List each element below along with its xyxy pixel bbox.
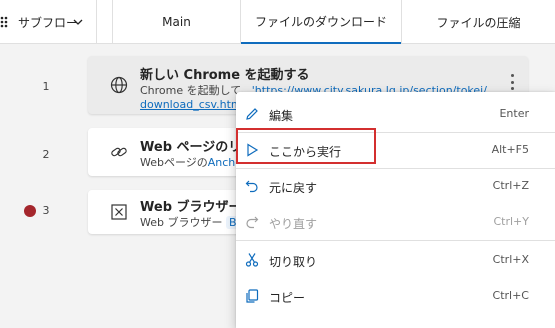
subflows-dropdown[interactable]: サブフロー [0,0,96,44]
chevron-down-icon [73,19,83,25]
menu-item-shortcut: Enter [499,107,529,120]
step-description-text: Webページの [140,156,208,169]
tab-file-compress[interactable]: ファイルの圧縮 [402,0,555,44]
menu-item-cut[interactable]: 切り取り Ctrl+X [236,242,555,278]
menu-item-shortcut: Ctrl+X [492,253,529,266]
top-bar: サブフロー Main ファイルのダウンロード ファイルの圧縮 [0,0,555,44]
line-number: 2 [42,148,50,161]
line-number: 3 [42,204,50,217]
link-icon [111,147,127,157]
menu-item-label: 元に戻す [269,181,318,195]
menu-divider [236,240,555,241]
tab-label: Main [162,15,191,29]
tab-label: ファイルのダウンロード [254,14,387,29]
step-description-text: Chrome を起動して、 [140,84,252,97]
menu-item-edit[interactable]: 編集 Enter [236,96,555,132]
breakpoint-indicator[interactable] [24,205,36,217]
tab-label: ファイルの圧縮 [436,15,521,30]
subflows-label: サブフロー [18,15,79,30]
divider [96,0,97,44]
menu-item-undo[interactable]: 元に戻す Ctrl+Z [236,168,555,204]
menu-item-label: 切り取り [269,255,318,269]
undo-icon [245,180,258,193]
menu-item-copy[interactable]: コピー Ctrl+C [236,278,555,314]
step-description: Web ブラウザー Bro [140,214,251,230]
close-box-icon [111,204,127,220]
menu-item-shortcut: Ctrl+Y [493,215,529,228]
step-title: 新しい Chrome を起動する [140,68,310,83]
step-card-close-browser[interactable]: Web ブラウザーを閉 Web ブラウザー Bro [88,190,268,234]
scissors-icon [245,253,259,267]
menu-item-shortcut: Ctrl+C [492,289,529,302]
menu-item-label: コピー [269,291,306,305]
menu-item-redo[interactable]: やり直す Ctrl+Y [236,204,555,240]
menu-item-label: 編集 [269,109,294,123]
pencil-icon [246,108,258,120]
more-options-icon[interactable] [504,70,520,94]
tab-file-download[interactable]: ファイルのダウンロード [241,0,401,44]
flow-designer: サブフロー Main ファイルのダウンロード ファイルの圧縮 1 新しい Chr… [0,0,555,328]
step-description-line2: download_csv.html' [140,98,248,111]
menu-item-label: やり直す [269,217,318,231]
line-number: 1 [42,80,50,93]
step-description-text: Web ブラウザー [140,216,223,229]
globe-icon [110,76,128,94]
tab-main[interactable]: Main [113,0,240,44]
menu-item-shortcut: Ctrl+Z [492,179,529,192]
step-card-web-link[interactable]: Web ページのリンク WebページのAncho [88,128,267,176]
url-link-continued[interactable]: download_csv.html' [140,98,248,111]
subflow-icon [0,16,8,28]
redo-icon [246,216,259,229]
highlight-box [236,128,376,164]
copy-icon [246,289,259,303]
step-description: WebページのAncho [140,154,242,170]
menu-item-shortcut: Alt+F5 [491,143,529,156]
